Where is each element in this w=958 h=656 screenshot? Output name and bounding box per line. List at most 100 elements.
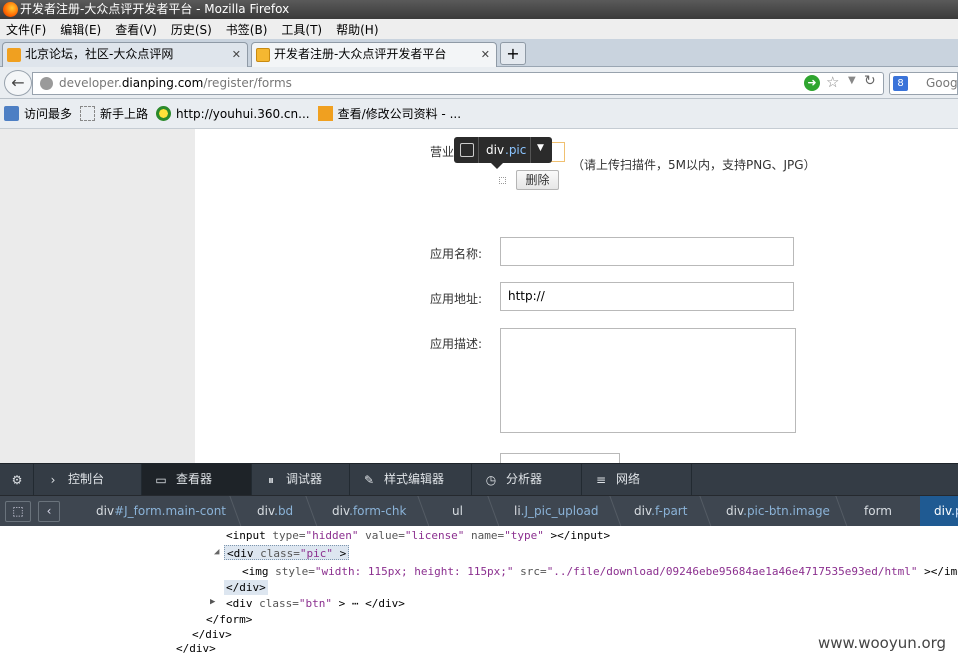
tab-label: 分析器	[506, 472, 543, 486]
menu-help[interactable]: 帮助(H)	[336, 21, 378, 38]
dianping-favicon-icon	[7, 48, 21, 62]
window-title: 开发者注册-大众点评开发者平台 - Mozilla Firefox	[20, 2, 290, 16]
bookmark-label: 查看/修改公司资料 - ...	[337, 107, 462, 121]
chevron-down-icon[interactable]: ▼	[537, 143, 544, 153]
tab-inspector[interactable]: ▭ 查看器	[142, 464, 252, 496]
breadcrumb-item[interactable]: li.J_pic_upload	[514, 496, 598, 527]
app-name-label: 应用名称:	[430, 247, 483, 261]
delete-button[interactable]: 删除	[516, 170, 559, 190]
chevron-left-icon: ‹	[46, 504, 52, 518]
new-tab-button[interactable]: +	[500, 42, 526, 65]
tab-style-editor[interactable]: ✎ 样式编辑器	[350, 464, 472, 496]
dianping-favicon-icon	[317, 106, 333, 121]
breadcrumb-item[interactable]: div.f-part	[634, 496, 687, 527]
markup-line-input[interactable]: <input type="hidden" value="license" nam…	[226, 528, 610, 543]
console-icon: ›	[50, 473, 56, 487]
markup-line-div-close[interactable]: </div>	[224, 580, 268, 595]
bookmark-360-youhui[interactable]: http://youhui.360.cn...	[156, 106, 310, 121]
breadcrumb-item[interactable]: ul	[452, 496, 463, 527]
breadcrumb-item[interactable]: form	[864, 496, 892, 527]
markup-line-img[interactable]: <img style="width: 115px; height: 115px;…	[242, 564, 958, 579]
license-label: 营业	[430, 145, 455, 159]
tab-label: 开发者注册-大众点评开发者平台	[274, 47, 447, 61]
tab-beijing-forum[interactable]: 北京论坛，社区-大众点评网 ✕	[2, 42, 248, 67]
app-url-input[interactable]: http://	[500, 282, 794, 311]
bookmark-star-icon[interactable]: ☆	[826, 73, 839, 91]
url-bar[interactable]: developer.dianping.com/register/forms	[32, 72, 884, 95]
breadcrumb-item[interactable]: div.form-chk	[332, 496, 406, 527]
breadcrumb-item[interactable]: div#J_form.main-cont	[96, 496, 226, 527]
site-identity-icon[interactable]	[40, 77, 53, 90]
menu-view[interactable]: 查看(V)	[115, 21, 157, 38]
app-url-value: http://	[508, 289, 545, 303]
blank-page-icon	[80, 106, 96, 121]
back-arrow-icon: ←	[11, 73, 25, 92]
navigation-bar: developer.dianping.com/register/forms ← …	[0, 67, 958, 99]
breadcrumb-item[interactable]: div.bd	[257, 496, 293, 527]
markup-line-div-btn[interactable]: <div class="btn" > ⋯ </div>	[226, 596, 405, 611]
tab-profiler[interactable]: ◷ 分析器	[472, 464, 582, 496]
menu-file[interactable]: 文件(F)	[6, 21, 46, 38]
bookmark-most-visited[interactable]: 访问最多	[4, 105, 72, 122]
tab-debugger[interactable]: ⏸ 调试器	[252, 464, 350, 496]
tooltip-tag: div	[486, 143, 505, 157]
tab-label: 样式编辑器	[384, 472, 445, 486]
devtools-toolbar: ⚙ › 控制台 ▭ 查看器 ⏸ 调试器 ✎ 样式编辑器 ◷ 分析器 ≡ 网络	[0, 463, 958, 496]
bookmark-getting-started[interactable]: 新手上路	[80, 105, 148, 122]
history-dropdown-icon[interactable]: ▼	[848, 75, 856, 86]
back-button[interactable]: ←	[4, 70, 32, 96]
close-tab-icon[interactable]: ✕	[481, 43, 490, 66]
gear-icon: ⚙	[11, 473, 23, 487]
broken-image-icon	[499, 177, 506, 184]
menu-history[interactable]: 历史(S)	[171, 21, 212, 38]
tab-label: 控制台	[68, 472, 105, 486]
page-left-gutter	[0, 129, 195, 463]
firefox-logo-icon	[3, 2, 18, 17]
close-tab-icon[interactable]: ✕	[232, 43, 241, 66]
tab-network[interactable]: ≡ 网络	[582, 464, 692, 496]
menu-tools[interactable]: 工具(T)	[281, 21, 322, 38]
menu-edit[interactable]: 编辑(E)	[60, 21, 101, 38]
go-arrow-icon[interactable]: ➜	[804, 75, 820, 91]
app-name-input[interactable]	[500, 237, 794, 266]
window-title-bar: 开发者注册-大众点评开发者平台 - Mozilla Firefox	[0, 0, 958, 19]
url-prefix: developer.	[59, 76, 122, 90]
upload-hint: （请上传扫描件，5M以内，支持PNG、JPG）	[572, 158, 816, 172]
search-placeholder: Google	[926, 76, 958, 90]
tooltip-class: .pic	[505, 143, 527, 157]
tab-developer-register[interactable]: 开发者注册-大众点评开发者平台 ✕	[251, 42, 497, 67]
breadcrumb-item-selected[interactable]: div.p	[920, 496, 958, 527]
bookmarks-toolbar: 访问最多 新手上路 http://youhui.360.cn... 查看/修改公…	[0, 99, 958, 129]
google-engine-icon[interactable]: 8	[893, 76, 908, 91]
inspector-breadcrumbs: ⬚ ‹ div#J_form.main-cont div.bd div.form…	[0, 495, 958, 527]
markup-line-div-pic[interactable]: <div class="pic" >	[224, 545, 350, 560]
tab-label: 北京论坛，社区-大众点评网	[25, 47, 174, 61]
menu-bar: 文件(F) 编辑(E) 查看(V) 历史(S) 书签(B) 工具(T) 帮助(H…	[0, 19, 958, 39]
url-host: dianping.com	[121, 76, 204, 90]
markup-line-form-close[interactable]: </form>	[206, 612, 252, 627]
bookmark-label: 访问最多	[24, 107, 73, 121]
bookmark-label: 新手上路	[100, 107, 149, 121]
network-icon: ≡	[595, 473, 607, 487]
breadcrumb-scroll-left[interactable]: ‹	[38, 501, 60, 522]
tab-label: 查看器	[176, 472, 213, 486]
markup-line-div-close[interactable]: </div>	[192, 627, 232, 642]
clock-icon: ◷	[485, 473, 497, 487]
dianping-dev-favicon-icon	[256, 48, 270, 62]
app-desc-textarea[interactable]	[500, 328, 796, 433]
pick-element-button[interactable]: ⬚	[5, 501, 31, 522]
watermark-text: www.wooyun.org	[818, 634, 947, 652]
bookmark-company-info[interactable]: 查看/修改公司资料 - ...	[317, 105, 462, 122]
tab-console[interactable]: › 控制台	[34, 464, 142, 496]
markup-line-div-close[interactable]: </div>	[176, 641, 216, 656]
reload-icon[interactable]: ↻	[864, 73, 876, 89]
app-desc-label: 应用描述:	[430, 337, 483, 351]
tab-label: 调试器	[286, 472, 323, 486]
breadcrumb-item[interactable]: div.pic-btn.image	[726, 496, 830, 527]
markup-view: <input type="hidden" value="license" nam…	[0, 526, 958, 656]
collapse-triangle-icon[interactable]: ▶	[210, 595, 215, 610]
bookmark-label: http://youhui.360.cn...	[176, 106, 310, 121]
devtools-options-button[interactable]: ⚙	[0, 464, 34, 496]
expand-triangle-icon[interactable]: ◢	[214, 545, 219, 560]
menu-bookmarks[interactable]: 书签(B)	[226, 21, 268, 38]
